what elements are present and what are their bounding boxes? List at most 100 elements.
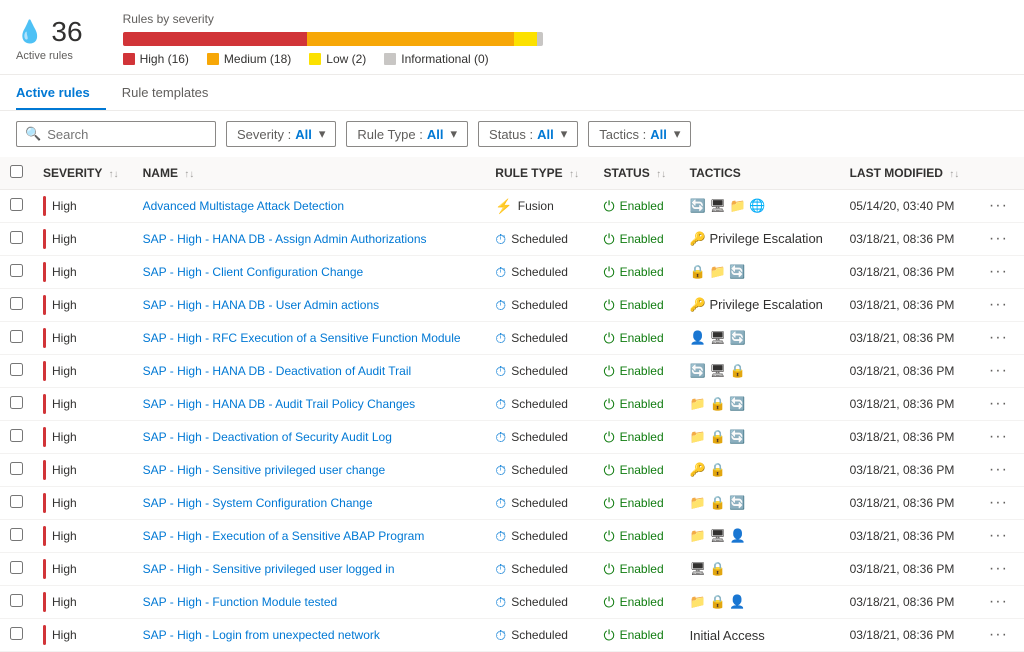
row-menu-button[interactable]: ···	[985, 395, 1012, 412]
table-row[interactable]: HighSAP - High - Deactivation of Securit…	[0, 421, 1024, 454]
table-row[interactable]: HighSAP - High - Login from unexpected n…	[0, 619, 1024, 652]
table-row[interactable]: HighSAP - High - HANA DB - Audit Trail P…	[0, 388, 1024, 421]
table-row[interactable]: HighSAP - High - Client Configuration Ch…	[0, 256, 1024, 289]
row-checkbox[interactable]	[10, 363, 23, 376]
legend-info: Informational (0)	[384, 52, 488, 66]
row-menu-button[interactable]: ···	[985, 461, 1012, 478]
tactics-cell: 🔑 Privilege Escalation	[680, 289, 840, 322]
status-icon: ⏻	[604, 231, 615, 248]
row-checkbox[interactable]	[10, 264, 23, 277]
tactics-cell: 🔒 📁 🔄	[680, 256, 840, 289]
row-menu-button[interactable]: ···	[985, 593, 1012, 610]
row-checkbox[interactable]	[10, 429, 23, 442]
header-actions-col	[975, 157, 1024, 190]
severity-cell: High	[43, 328, 123, 348]
search-input[interactable]	[47, 127, 187, 142]
header-status[interactable]: STATUS ↑↓	[594, 157, 680, 190]
rule-name-cell[interactable]: SAP - High - Function Module tested	[133, 586, 486, 619]
rule-type-icon: ⏱	[495, 396, 506, 413]
row-checkbox[interactable]	[10, 231, 23, 244]
row-menu-button[interactable]: ···	[985, 560, 1012, 577]
row-menu-button[interactable]: ···	[985, 263, 1012, 280]
rule-type-cell: ⏱Scheduled	[495, 594, 583, 611]
tab-rule-templates[interactable]: Rule templates	[122, 75, 225, 110]
table-row[interactable]: HighSAP - High - Sensitive privileged us…	[0, 553, 1024, 586]
rule-type-label: Scheduled	[511, 595, 568, 609]
row-menu-button[interactable]: ···	[985, 296, 1012, 313]
rule-name-cell[interactable]: SAP - High - HANA DB - Deactivation of A…	[133, 355, 486, 388]
header-severity[interactable]: SEVERITY ↑↓	[33, 157, 133, 190]
rule-type-icon: ⏱	[495, 462, 506, 479]
rule-type-chevron-icon: ▾	[451, 126, 458, 142]
rules-table-wrap: SEVERITY ↑↓ NAME ↑↓ RULE TYPE ↑↓ STATUS …	[0, 157, 1024, 652]
rule-type-icon: ⏱	[495, 528, 506, 545]
row-menu-button[interactable]: ···	[985, 626, 1012, 643]
rule-name-cell[interactable]: SAP - High - Sensitive privileged user l…	[133, 553, 486, 586]
severity-indicator	[43, 526, 46, 546]
rule-name-cell[interactable]: SAP - High - Sensitive privileged user c…	[133, 454, 486, 487]
status-label: Enabled	[620, 265, 664, 279]
rule-type-cell: ⏱Scheduled	[495, 429, 583, 446]
row-menu-button[interactable]: ···	[985, 230, 1012, 247]
row-checkbox[interactable]	[10, 396, 23, 409]
severity-label: High	[52, 364, 77, 378]
row-menu-button[interactable]: ···	[985, 494, 1012, 511]
table-row[interactable]: High SAP - High - RFC Execution of a Sens…	[0, 322, 1024, 355]
status-label: Enabled	[620, 199, 664, 213]
header-last-modified[interactable]: LAST MODIFIED ↑↓	[840, 157, 975, 190]
severity-filter[interactable]: Severity : All ▾	[226, 121, 336, 147]
tab-active-rules[interactable]: Active rules	[16, 75, 106, 110]
table-row[interactable]: HighAdvanced Multistage Attack Detection…	[0, 190, 1024, 223]
row-checkbox[interactable]	[10, 528, 23, 541]
rule-type-icon: ⏱	[495, 627, 506, 644]
table-row[interactable]: HighSAP - High - System Configuration Ch…	[0, 487, 1024, 520]
row-menu-button[interactable]: ···	[985, 329, 1012, 346]
rule-type-filter[interactable]: Rule Type : All ▾	[346, 121, 468, 147]
status-icon: ⏻	[604, 297, 615, 314]
row-checkbox[interactable]	[10, 198, 23, 211]
rule-name-cell[interactable]: SAP - High - HANA DB - Assign Admin Auth…	[133, 223, 486, 256]
rule-name-cell[interactable]: SAP - High - Login from unexpected netwo…	[133, 619, 486, 652]
row-checkbox[interactable]	[10, 330, 23, 343]
rule-name-cell[interactable]: SAP - High - HANA DB - Audit Trail Polic…	[133, 388, 486, 421]
rule-name-cell[interactable]: SAP - High - RFC Execution of a Sensitiv…	[133, 322, 486, 355]
status-label: Enabled	[620, 232, 664, 246]
row-checkbox[interactable]	[10, 561, 23, 574]
row-checkbox[interactable]	[10, 495, 23, 508]
table-row[interactable]: HighSAP - High - HANA DB - User Admin ac…	[0, 289, 1024, 322]
row-checkbox[interactable]	[10, 594, 23, 607]
rule-name-cell[interactable]: SAP - High - HANA DB - User Admin action…	[133, 289, 486, 322]
row-menu-button[interactable]: ···	[985, 527, 1012, 544]
last-modified-cell: 03/18/21, 08:36 PM	[840, 553, 975, 586]
rule-name-cell[interactable]: SAP - High - Deactivation of Security Au…	[133, 421, 486, 454]
select-all-checkbox[interactable]	[10, 165, 23, 178]
row-menu-button[interactable]: ···	[985, 197, 1012, 214]
row-checkbox[interactable]	[10, 627, 23, 640]
table-row[interactable]: High SAP - High - HANA DB - Deactivation …	[0, 355, 1024, 388]
legend-dot-low	[309, 53, 321, 65]
status-label: Enabled	[620, 397, 664, 411]
status-icon: ⏻	[604, 264, 615, 281]
header-name[interactable]: NAME ↑↓	[133, 157, 486, 190]
rule-type-cell: ⏱Scheduled	[495, 528, 583, 545]
severity-indicator	[43, 394, 46, 414]
table-row[interactable]: High SAP - High - Sensitive privileged us…	[0, 454, 1024, 487]
header-rule-type[interactable]: RULE TYPE ↑↓	[485, 157, 593, 190]
rule-name-cell[interactable]: SAP - High - System Configuration Change	[133, 487, 486, 520]
status-icon: ⏻	[604, 429, 615, 446]
table-row[interactable]: HighSAP - High - Function Module tested⏱…	[0, 586, 1024, 619]
rule-name-cell[interactable]: SAP - High - Execution of a Sensitive AB…	[133, 520, 486, 553]
search-box[interactable]: 🔍	[16, 121, 216, 147]
status-filter[interactable]: Status : All ▾	[478, 121, 578, 147]
row-menu-button[interactable]: ···	[985, 428, 1012, 445]
row-menu-button[interactable]: ···	[985, 362, 1012, 379]
tactics-filter[interactable]: Tactics : All ▾	[588, 121, 691, 147]
row-checkbox[interactable]	[10, 462, 23, 475]
rule-name-cell[interactable]: Advanced Multistage Attack Detection	[133, 190, 486, 223]
table-row[interactable]: HighSAP - High - HANA DB - Assign Admin …	[0, 223, 1024, 256]
table-row[interactable]: HighSAP - High - Execution of a Sensitiv…	[0, 520, 1024, 553]
severity-label: High	[52, 463, 77, 477]
tactics-cell: 🔄 🖥 📁 🌐	[680, 190, 840, 223]
rule-name-cell[interactable]: SAP - High - Client Configuration Change	[133, 256, 486, 289]
row-checkbox[interactable]	[10, 297, 23, 310]
